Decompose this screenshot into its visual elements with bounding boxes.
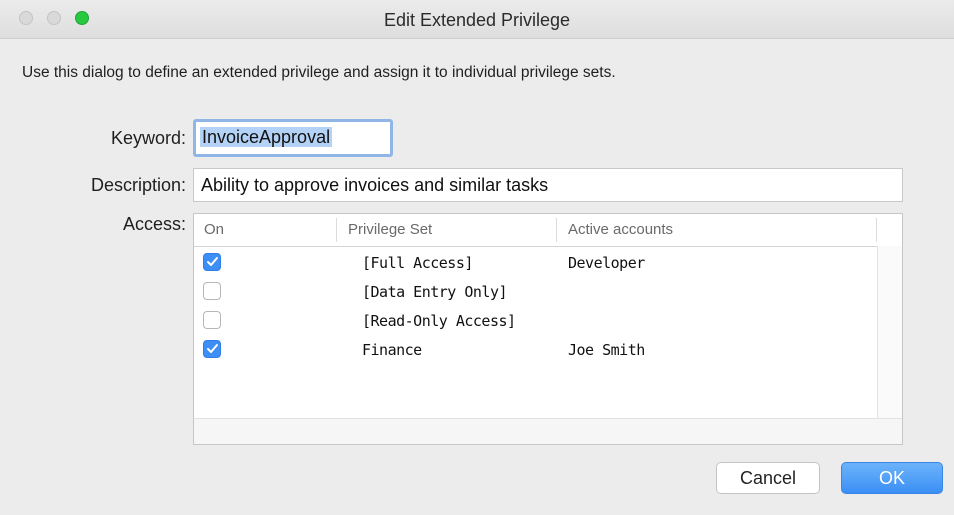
row-checkbox[interactable] (203, 340, 221, 358)
edit-extended-privilege-dialog: Edit Extended Privilege Use this dialog … (0, 0, 954, 515)
column-divider[interactable] (876, 218, 877, 242)
column-divider[interactable] (556, 218, 557, 242)
column-divider[interactable] (336, 218, 337, 242)
privilege-set-cell: [Data Entry Only] (362, 283, 508, 301)
access-label: Access: (122, 214, 186, 234)
table-row[interactable]: [Data Entry Only] (194, 278, 870, 307)
window-title: Edit Extended Privilege (383, 10, 571, 30)
column-header-on[interactable]: On (204, 221, 224, 238)
table-row[interactable]: Finance Joe Smith (194, 336, 870, 365)
privilege-set-cell: [Full Access] (362, 254, 473, 272)
vertical-scrollbar[interactable] (877, 246, 902, 418)
table-row[interactable]: [Full Access] Developer (194, 249, 870, 278)
title-bar: Edit Extended Privilege (0, 0, 954, 39)
cancel-button[interactable]: Cancel (716, 462, 820, 494)
intro-text: Use this dialog to define an extended pr… (22, 64, 616, 81)
checkmark-icon (207, 257, 218, 266)
row-checkbox[interactable] (203, 253, 221, 271)
privilege-set-cell: Finance (362, 341, 422, 359)
active-accounts-cell: Joe Smith (568, 341, 645, 359)
privilege-set-cell: [Read-Only Access] (362, 312, 516, 330)
column-header-privilege-set[interactable]: Privilege Set (348, 221, 432, 238)
description-label: Description: (90, 175, 186, 195)
keyword-input[interactable]: InvoiceApproval (193, 119, 393, 157)
table-header: On Privilege Set Active accounts (194, 214, 902, 247)
access-table: On Privilege Set Active accounts [Full A… (193, 213, 903, 445)
row-checkbox[interactable] (203, 282, 221, 300)
column-header-active-accounts[interactable]: Active accounts (568, 221, 673, 238)
table-row[interactable]: [Read-Only Access] (194, 307, 870, 336)
ok-button[interactable]: OK (841, 462, 943, 494)
horizontal-scrollbar[interactable] (194, 418, 902, 444)
keyword-value: InvoiceApproval (200, 127, 333, 147)
active-accounts-cell: Developer (568, 254, 645, 272)
row-checkbox[interactable] (203, 311, 221, 329)
keyword-label: Keyword: (110, 128, 186, 148)
checkmark-icon (207, 344, 218, 353)
description-input[interactable]: Ability to approve invoices and similar … (193, 168, 903, 202)
